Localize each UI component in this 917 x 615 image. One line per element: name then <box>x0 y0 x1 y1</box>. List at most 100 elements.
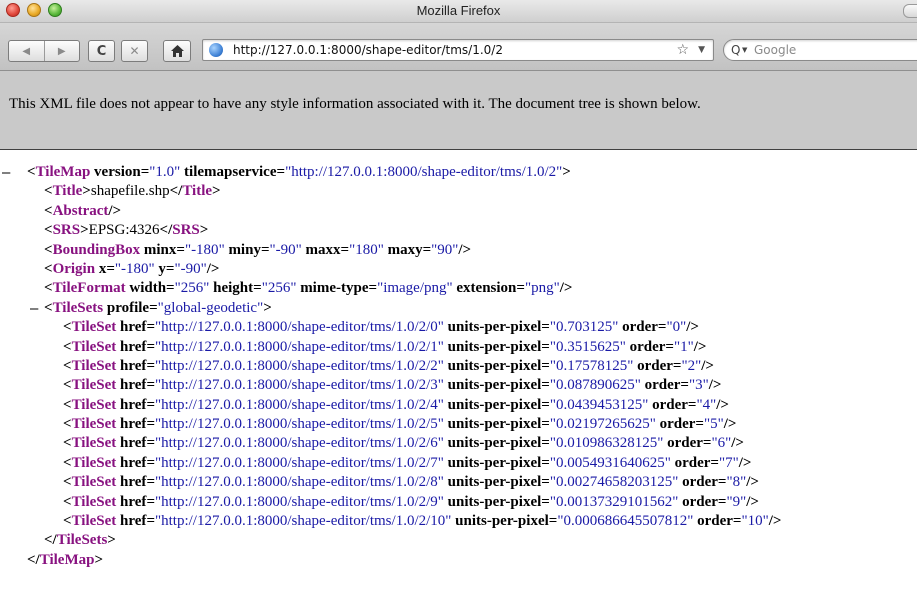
xml-notice-banner: This XML file does not appear to have an… <box>0 71 917 150</box>
tileset-order: 4 <box>702 396 711 413</box>
tileformat-extension: png <box>531 280 554 297</box>
tileset-units-per-pixel: 0.000686645507812 <box>563 513 688 530</box>
back-arrow-icon: ◀ <box>22 45 31 57</box>
tileset-order: 10 <box>747 513 763 530</box>
tileset-order: 2 <box>687 357 696 374</box>
tileset-units-per-pixel: 0.0439453125 <box>555 396 643 413</box>
tileset-order: 6 <box>717 435 726 452</box>
stop-icon: ✕ <box>129 44 140 58</box>
xml-line-tileset: <TileSet href="http://127.0.0.1:8000/sha… <box>63 396 729 413</box>
tileset-order: 1 <box>680 338 688 355</box>
xml-line-tilemap-open: – <TileMap version="1.0" tilemapservice=… <box>2 163 571 182</box>
forward-button[interactable]: ▶ <box>43 41 80 61</box>
tileset-href: http://127.0.0.1:8000/shape-editor/tms/1… <box>161 416 438 433</box>
tileset-href: http://127.0.0.1:8000/shape-editor/tms/1… <box>161 513 446 530</box>
tileset-order: 0 <box>672 319 681 336</box>
search-engine-dropdown-icon[interactable]: ▼ <box>742 46 747 54</box>
tileformat-width: 256 <box>180 280 204 297</box>
tileset-units-per-pixel: 0.17578125 <box>555 357 628 374</box>
xml-line-tileset: <TileSet href="http://127.0.0.1:8000/sha… <box>63 319 699 336</box>
tileset-href: http://127.0.0.1:8000/shape-editor/tms/1… <box>161 474 438 491</box>
xml-line-abstract: <Abstract/> <box>44 202 122 219</box>
tileset-order: 8 <box>732 474 741 491</box>
tileset-href: http://127.0.0.1:8000/shape-editor/tms/1… <box>161 396 438 413</box>
navigation-toolbar: ◀ ▶ C ✕ http://127.0.0.1:8000/shape-edit… <box>0 23 917 71</box>
globe-icon <box>209 43 223 57</box>
tilemap-tag: TileMap <box>35 164 91 180</box>
srs-value: EPSG:4326 <box>88 222 160 239</box>
xml-line-boundingbox: <BoundingBox minx="-180" miny="-90" maxx… <box>44 241 472 258</box>
tileset-order: 5 <box>710 416 718 433</box>
tileset-list: <TileSet href="http://127.0.0.1:8000/sha… <box>0 318 917 531</box>
xml-line-tileset: <TileSet href="http://127.0.0.1:8000/sha… <box>63 493 759 510</box>
back-button[interactable]: ◀ <box>9 41 44 61</box>
window-titlebar: Mozilla Firefox <box>0 0 917 23</box>
xml-line-tileset: <TileSet href="http://127.0.0.1:8000/sha… <box>63 454 752 471</box>
tileset-href: http://127.0.0.1:8000/shape-editor/tms/1… <box>161 454 438 471</box>
toolbar-toggle-button[interactable] <box>903 4 917 18</box>
tileset-href: http://127.0.0.1:8000/shape-editor/tms/1… <box>161 377 438 394</box>
tilemap-version: 1.0 <box>155 164 175 180</box>
xml-line-tileset: <TileSet href="http://127.0.0.1:8000/sha… <box>63 435 744 452</box>
tileset-href: http://127.0.0.1:8000/shape-editor/tms/1… <box>161 357 438 374</box>
tileset-units-per-pixel: 0.010986328125 <box>555 435 658 452</box>
xml-line-tileset: <TileSet href="http://127.0.0.1:8000/sha… <box>63 377 722 394</box>
tileset-order: 7 <box>725 454 733 471</box>
tilesets-profile: global-geodetic <box>163 299 258 316</box>
tileset-href: http://127.0.0.1:8000/shape-editor/tms/1… <box>161 493 438 510</box>
xml-line-tilesets-close: </TileSets> <box>44 532 116 549</box>
xml-line-tilemap-close: </TileMap> <box>27 551 104 568</box>
forward-arrow-icon: ▶ <box>57 45 66 57</box>
home-icon <box>170 45 184 57</box>
bbox-maxx: 180 <box>355 241 378 258</box>
bbox-miny: -90 <box>275 241 296 258</box>
xml-line-tileset: <TileSet href="http://127.0.0.1:8000/sha… <box>63 357 714 374</box>
back-forward-group: ◀ ▶ <box>8 40 80 62</box>
xml-line-tilesets-open: – <TileSets profile="global-geodetic"> <box>30 299 272 318</box>
address-bar[interactable]: http://127.0.0.1:8000/shape-editor/tms/1… <box>202 39 714 61</box>
tileset-href: http://127.0.0.1:8000/shape-editor/tms/1… <box>161 435 438 452</box>
tileset-units-per-pixel: 0.0054931640625 <box>555 454 665 471</box>
collapse-toggle-tilemap[interactable]: – <box>2 163 10 182</box>
search-icon[interactable]: Q <box>731 43 740 57</box>
xml-notice-text: This XML file does not appear to have an… <box>9 96 701 112</box>
xml-line-tileset: <TileSet href="http://127.0.0.1:8000/sha… <box>63 338 707 355</box>
tileformat-mime: image/png <box>383 280 447 297</box>
address-input[interactable]: http://127.0.0.1:8000/shape-editor/tms/1… <box>233 43 503 57</box>
tilemap-service-url: http://127.0.0.1:8000/shape-editor/tms/1… <box>291 164 557 180</box>
xml-document-tree: – <TileMap version="1.0" tilemapservice=… <box>0 163 917 570</box>
xml-line-tileset: <TileSet href="http://127.0.0.1:8000/sha… <box>63 474 759 491</box>
bookmark-star-icon[interactable]: ☆ <box>676 42 689 58</box>
xml-line-tileformat: <TileFormat width="256" height="256" mim… <box>44 280 573 297</box>
collapse-toggle-tilesets[interactable]: – <box>30 299 38 318</box>
tileset-units-per-pixel: 0.3515625 <box>555 338 620 355</box>
origin-y: -90 <box>180 260 201 277</box>
xml-line-tileset: <TileSet href="http://127.0.0.1:8000/sha… <box>63 513 782 530</box>
window-title: Mozilla Firefox <box>416 3 501 18</box>
tileset-units-per-pixel: 0.703125 <box>555 319 613 336</box>
stop-button[interactable]: ✕ <box>121 40 148 62</box>
xml-line-title: <Title>shapefile.shp</Title> <box>44 183 221 200</box>
xml-line-origin: <Origin x="-180" y="-90"/> <box>44 260 220 277</box>
tileset-href: http://127.0.0.1:8000/shape-editor/tms/1… <box>161 338 438 355</box>
tileformat-height: 256 <box>267 280 291 297</box>
search-input[interactable]: Google <box>754 43 796 57</box>
tileset-units-per-pixel: 0.00274658203125 <box>555 474 673 491</box>
tileset-units-per-pixel: 0.00137329101562 <box>555 493 673 510</box>
tilemap-title: shapefile.shp <box>90 183 170 200</box>
tileset-order: 3 <box>695 377 703 394</box>
tileset-href: http://127.0.0.1:8000/shape-editor/tms/1… <box>161 319 438 336</box>
url-history-dropdown-icon[interactable]: ▼ <box>698 45 705 55</box>
tileset-order: 9 <box>732 493 741 510</box>
origin-x: -180 <box>121 260 149 277</box>
reload-button[interactable]: C <box>88 40 115 62</box>
xml-line-tileset: <TileSet href="http://127.0.0.1:8000/sha… <box>63 416 737 433</box>
xml-line-srs: <SRS>EPSG:4326</SRS> <box>44 222 209 239</box>
tileset-units-per-pixel: 0.087890625 <box>555 377 635 394</box>
reload-icon: C <box>96 43 107 59</box>
bbox-maxy: 90 <box>437 241 453 258</box>
home-button[interactable] <box>163 40 191 62</box>
tileset-units-per-pixel: 0.02197265625 <box>555 416 650 433</box>
bbox-minx: -180 <box>191 241 219 258</box>
search-bar[interactable]: Q ▼ Google <box>723 39 917 61</box>
